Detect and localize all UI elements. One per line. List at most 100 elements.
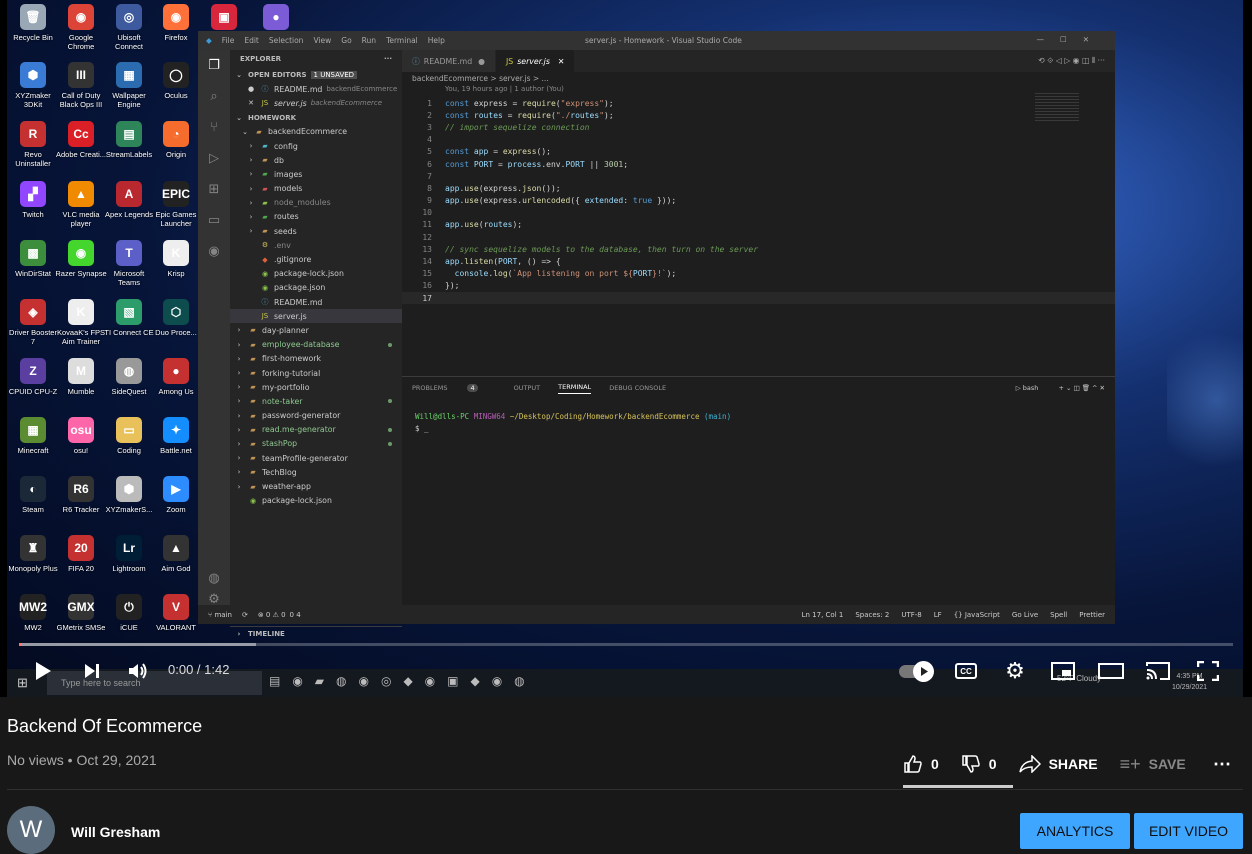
wallpaper-glow: [1167, 300, 1243, 500]
app-icon: ▩: [20, 240, 46, 266]
desktop-icon-label: Mumble: [67, 387, 95, 396]
app-icon: osu: [68, 417, 94, 443]
desktop-icon-label: Among Us: [158, 387, 194, 396]
desktop-icon: Lr Lightroom: [103, 535, 155, 573]
activity-bar: ❐ ⌕ ⑂ ▷ ⊞ ▭ ◉ ◍ ⚙: [198, 50, 230, 607]
file-type-icon: ▰: [262, 156, 268, 165]
status-bar: ⑂ main ⟳ ⊗ 0 ⚠ 0 0 4 Ln 17, Col 1 Spaces:…: [198, 605, 1115, 624]
desktop-icon: ◎ Ubisoft Connect: [103, 4, 155, 51]
desktop-icon: ▲ Aim God: [150, 535, 202, 573]
code-line: 11 app.use(routes);: [422, 220, 523, 230]
tab-output: OUTPUT: [513, 384, 541, 392]
desktop-icon-label: osu!: [73, 446, 89, 455]
app-icon: ▭: [116, 417, 142, 443]
video-actions: 0 0 SHARE ≡+ SAVE ⋯: [903, 750, 1243, 778]
dislike-button[interactable]: 0: [961, 754, 997, 774]
desktop-icon-label: Adobe Creati...: [55, 150, 107, 159]
editor-area: ⓘ README.md ● JS server.js ✕ ⟲ ⟐ ◁ ▷ ◉ ◫ ⫴ ·…: [402, 50, 1115, 605]
settings-button[interactable]: ⚙: [1002, 658, 1028, 683]
status-item: UTF-8: [901, 610, 922, 619]
volume-button[interactable]: [125, 659, 151, 683]
player-controls: 0:00 / 1:42 CC ⚙: [0, 650, 1252, 692]
like-button[interactable]: 0: [903, 754, 939, 774]
desktop-icon: ♜ Monopoly Plus: [7, 535, 59, 573]
desktop-icon: ● Among Us: [150, 358, 202, 396]
app-icon: ◐: [20, 476, 46, 502]
file-type-icon: ▰: [250, 425, 256, 434]
file-type-icon: JS: [261, 312, 269, 321]
file-type-icon: ▰: [262, 142, 268, 151]
analytics-button[interactable]: ANALYTICS: [1020, 813, 1130, 849]
video-player[interactable]: 🗑 Recycle Bin ◉ Google Chrome ◎ Ubisoft Conne…: [0, 0, 1252, 697]
app-icon: ✦: [163, 417, 189, 443]
play-icon: [36, 662, 51, 680]
desktop-icon-label: MW2: [24, 623, 42, 632]
folder-backendEcommerce: ⌄ ▰ backendEcommerce: [242, 127, 348, 137]
cast-button[interactable]: [1145, 659, 1171, 683]
tab-server-js: JS server.js ✕: [495, 50, 576, 72]
app-icon: ▲: [163, 535, 189, 561]
like-count: 0: [931, 756, 939, 772]
desktop-icon-label: GMetrix SMSe: [56, 623, 106, 632]
play-button[interactable]: [30, 659, 56, 683]
desktop-icon: ⏻ iCUE: [103, 594, 155, 632]
desktop-icon-label: Monopoly Plus: [8, 564, 58, 573]
tab-terminal: TERMINAL: [558, 383, 592, 394]
file-type-icon: ◉: [249, 496, 257, 505]
channel-name[interactable]: Will Gresham: [71, 824, 160, 840]
menu-item: Go: [341, 36, 352, 45]
desktop-icon: ◈ Driver Booster 7: [7, 299, 59, 346]
vscode-window: ◆ File Edit Selection View Go Run Terminal Help…: [198, 31, 1115, 638]
edit-video-button[interactable]: EDIT VIDEO: [1134, 813, 1243, 849]
divider: [7, 789, 1243, 790]
menu-item: View: [313, 36, 332, 45]
next-button[interactable]: [80, 659, 104, 683]
file-type-icon: ▰: [262, 227, 268, 236]
autoplay-toggle[interactable]: [898, 659, 934, 683]
menu-item: Run: [361, 36, 377, 45]
source-control-icon: ⑂: [210, 120, 218, 135]
window-controls: —☐✕: [1036, 35, 1105, 44]
desktop-icon-label: Microsoft Teams: [113, 269, 145, 287]
desktop-icon-label: iCUE: [120, 623, 138, 632]
vscode-window-title: server.js - Homework - Visual Studio Cod…: [585, 36, 742, 45]
code-line: 4: [427, 135, 432, 145]
cast-icon: [1146, 662, 1170, 680]
desktop-icon: ◉ Firefox: [150, 4, 202, 42]
miniplayer-button[interactable]: [1050, 659, 1076, 683]
theater-mode-button[interactable]: [1098, 659, 1124, 683]
menu-item: Terminal: [386, 36, 418, 45]
app-icon: ▲: [68, 181, 94, 207]
file-type-icon: ▰: [250, 454, 256, 463]
code-line: 15 console.log(`App listening on port ${…: [422, 269, 677, 279]
app-icon: Z: [20, 358, 46, 384]
search-icon: ⌕: [210, 89, 218, 104]
fullscreen-button[interactable]: [1195, 659, 1221, 683]
desktop-icon-label: Steam: [22, 505, 44, 514]
file-type-icon: ◉: [261, 283, 269, 292]
seek-bar[interactable]: [19, 643, 1233, 646]
app-icon: ▦: [116, 62, 142, 88]
explorer-header: EXPLORER ···: [240, 55, 392, 63]
settings-gear-icon: ⚙: [208, 592, 220, 607]
autoplay-track: [899, 660, 934, 682]
tree-item: › ▰ stashPop: [230, 437, 402, 451]
app-icon: III: [68, 62, 94, 88]
file-type-icon: ▰: [250, 383, 256, 392]
tree-item: › ▰ password-generator: [237, 411, 341, 421]
status-item: LF: [933, 610, 942, 619]
share-button[interactable]: SHARE: [1018, 755, 1098, 773]
desktop-icon: ◍ SideQuest: [103, 358, 155, 396]
more-actions-button[interactable]: ⋯: [1213, 754, 1231, 775]
channel-avatar[interactable]: W: [7, 806, 55, 854]
panel-tabs: PROBLEMS 4 OUTPUT TERMINAL DEBUG CONSOLE …: [402, 377, 1115, 399]
miniplayer-icon: [1051, 662, 1075, 680]
captions-button[interactable]: CC: [953, 659, 979, 683]
tree-item: › ▰ db: [249, 155, 284, 165]
code-view: You, 19 hours ago | 1 author (You) 1 cons…: [402, 85, 1115, 305]
save-button[interactable]: ≡+ SAVE: [1120, 754, 1186, 775]
desktop-icon: K Krisp: [150, 240, 202, 278]
run-debug-icon: ▷: [209, 151, 219, 166]
terminal-output: Will@dlls-PC MINGW64 ~/Desktop/Coding/Ho…: [415, 412, 732, 433]
file-type-icon: ▰: [250, 340, 256, 349]
